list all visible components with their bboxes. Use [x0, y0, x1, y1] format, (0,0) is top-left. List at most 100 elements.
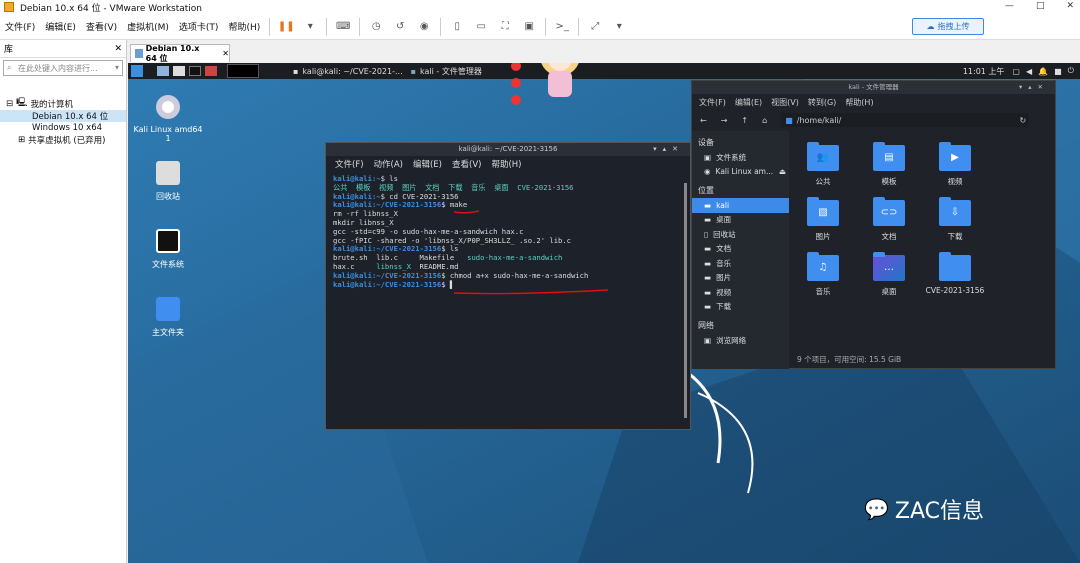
terminal-menu-file[interactable]: 文件(F) [335, 158, 364, 170]
stretch-icon[interactable]: ⤢ [586, 18, 604, 36]
fm-menu-go[interactable]: 转到(G) [808, 97, 836, 108]
library-view-icon[interactable]: ▯ [448, 18, 466, 36]
terminal-window-controls[interactable]: ▾▴✕ [653, 143, 684, 156]
fm-titlebar[interactable]: kali - 文件管理器 ▾▴✕ [692, 81, 1055, 94]
library-search-input[interactable]: ⌕ 在此处键入内容进行... ▾ [3, 60, 123, 76]
terminal-menu-actions[interactable]: 动作(A) [374, 158, 403, 170]
display-icon[interactable]: ▢ [1012, 67, 1020, 76]
fm-menu-edit[interactable]: 编辑(E) [735, 97, 762, 108]
collapse-icon[interactable]: ⊟ [6, 99, 13, 109]
vm-screen[interactable]: ▪ kali@kali: ~/CVE-2021-... ▪ kali - 文件管… [128, 63, 1080, 563]
lock-icon[interactable]: ■ [1054, 67, 1062, 76]
file-manager-window[interactable]: kali - 文件管理器 ▾▴✕ 文件(F) 编辑(E) 视图(V) 转到(G) … [691, 80, 1056, 369]
desktop-icon-filesystem[interactable]: 文件系统 [133, 229, 203, 270]
up-icon[interactable]: ↑ [741, 116, 748, 125]
terminal-scrollbar[interactable] [684, 183, 687, 418]
desktop-icon-trash[interactable]: 回收站 [133, 161, 203, 202]
folder-music[interactable]: ♫ 音乐 [793, 252, 853, 297]
folder-templates[interactable]: ▤ 模板 [859, 142, 919, 187]
terminal-title: kali@kali: ~/CVE-2021-3156 [458, 145, 558, 153]
volume-icon[interactable]: ◀ [1026, 67, 1032, 76]
folder-label: 视频 [947, 177, 963, 186]
send-keys-icon[interactable]: ⌨ [334, 18, 352, 36]
terminal-window[interactable]: kali@kali: ~/CVE-2021-3156 ▾▴✕ 文件(F) 动作(A… [325, 142, 691, 430]
show-desktop-icon[interactable] [157, 66, 169, 76]
folder-pictures[interactable]: ▧ 图片 [793, 197, 853, 242]
kali-menu-icon[interactable] [131, 65, 143, 77]
notifications-icon[interactable]: 🔔 [1038, 67, 1048, 76]
workspace-switcher[interactable] [227, 64, 259, 78]
terminal-launcher-icon[interactable] [189, 66, 201, 76]
sidebar-item-downloads[interactable]: ▬ 下载 [692, 300, 789, 315]
desktop-icon-kali-disc[interactable]: Kali Linux amd64 1 [133, 95, 203, 143]
revert-snapshot-icon[interactable]: ↺ [391, 18, 409, 36]
tab-close-button[interactable]: ✕ [222, 49, 229, 58]
menu-edit[interactable]: 编辑(E) [40, 20, 81, 33]
terminal-menu-edit[interactable]: 编辑(E) [413, 158, 442, 170]
fm-menu-help[interactable]: 帮助(H) [845, 97, 873, 108]
console-view-icon[interactable]: >_ [553, 18, 571, 36]
fm-menu-view[interactable]: 视图(V) [771, 97, 799, 108]
taskbar-filemanager[interactable]: kali - 文件管理器 [420, 66, 482, 77]
sidebar-item-trash[interactable]: ▯ 回收站 [692, 227, 789, 242]
menu-file[interactable]: 文件(F) [0, 20, 40, 33]
library-close-button[interactable]: ✕ [114, 44, 122, 54]
home-icon[interactable]: ⌂ [762, 116, 767, 125]
sidebar-item-browse-network[interactable]: ▣ 浏览网络 [692, 333, 789, 348]
pause-icon[interactable]: ❚❚ [277, 18, 295, 36]
sidebar-item-documents[interactable]: ▬ 文档 [692, 242, 789, 257]
sidebar-item-kali[interactable]: ▬ kali [692, 198, 789, 213]
terminal-menu-help[interactable]: 帮助(H) [491, 158, 521, 170]
folder-cve[interactable]: CVE-2021-3156 [925, 252, 985, 295]
close-button[interactable]: ✕ [1066, 1, 1074, 11]
sidebar-item-music[interactable]: ▬ 音乐 [692, 256, 789, 271]
fullscreen-icon[interactable]: ⛶ [496, 18, 514, 36]
tree-my-computer[interactable]: ⊟ 🖳 我的计算机 [0, 98, 126, 110]
stretch-dropdown-icon[interactable]: ▾ [610, 18, 628, 36]
folder-public[interactable]: 👥 公共 [793, 142, 853, 187]
terminal-menu-view[interactable]: 查看(V) [452, 158, 481, 170]
file-manager-launcher-icon[interactable] [173, 66, 185, 76]
folder-desktop[interactable]: … 桌面 [859, 252, 919, 297]
sidebar-item-desktop[interactable]: ▬ 桌面 [692, 213, 789, 228]
terminal-titlebar[interactable]: kali@kali: ~/CVE-2021-3156 ▾▴✕ [326, 143, 690, 156]
forward-icon[interactable]: → [721, 116, 728, 125]
thumbnail-view-icon[interactable]: ▭ [472, 18, 490, 36]
menu-tabs[interactable]: 选项卡(T) [174, 20, 224, 33]
snapshot-manager-icon[interactable]: ◉ [415, 18, 433, 36]
desktop-icon-home[interactable]: 主文件夹 [133, 297, 203, 338]
sidebar-item-kali-disc[interactable]: ◉ Kali Linux am... ⏏ [692, 165, 789, 180]
snapshot-icon[interactable]: ◷ [367, 18, 385, 36]
unity-icon[interactable]: ▣ [520, 18, 538, 36]
menu-vm[interactable]: 虚拟机(M) [122, 20, 174, 33]
sidebar-item-filesystem[interactable]: ▣ 文件系统 [692, 150, 789, 165]
back-icon[interactable]: ← [700, 116, 707, 125]
refresh-icon[interactable]: ↻ [1019, 116, 1026, 125]
maximize-button[interactable]: □ [1036, 1, 1045, 11]
tree-vm-debian[interactable]: Debian 10.x 64 位 [0, 110, 126, 122]
clock[interactable]: 11:01 上午 [963, 66, 1005, 77]
power-icon[interactable]: ⏻ [1068, 66, 1074, 76]
sidebar-item-videos[interactable]: ▬ 视频 [692, 285, 789, 300]
tree-vm-windows[interactable]: Windows 10 x64 [0, 122, 126, 134]
browser-launcher-icon[interactable] [205, 66, 217, 76]
upload-button[interactable]: ☁ 拖拽上传 [912, 18, 984, 35]
dropdown-icon[interactable]: ▾ [301, 18, 319, 36]
sidebar-item-label: Kali Linux am... [715, 167, 774, 177]
taskbar-terminal[interactable]: kali@kali: ~/CVE-2021-... [302, 67, 402, 76]
terminal-output[interactable]: kali@kali:~$ ls 公共 模板 视频 图片 文档 下载 音乐 桌面 … [326, 172, 690, 289]
eject-icon[interactable]: ⏏ [779, 167, 786, 176]
fm-menu-file[interactable]: 文件(F) [699, 97, 726, 108]
fm-window-controls[interactable]: ▾▴✕ [1019, 81, 1049, 94]
tab-debian-vm[interactable]: Debian 10.x 64 位 ✕ [130, 44, 230, 63]
minimize-button[interactable]: — [1005, 1, 1014, 11]
sidebar-item-pictures[interactable]: ▬ 图片 [692, 271, 789, 286]
folder-documents[interactable]: ⊂⊃ 文档 [859, 197, 919, 242]
folder-downloads[interactable]: ⇩ 下载 [925, 197, 985, 242]
fm-path-field[interactable]: ■/home/kali/ ↻ [781, 113, 1030, 127]
menu-view[interactable]: 查看(V) [81, 20, 122, 33]
menu-help[interactable]: 帮助(H) [223, 20, 265, 33]
folder-videos[interactable]: ▶ 视频 [925, 142, 985, 187]
tree-shared-vms[interactable]: ⊞ 共享虚拟机 (已弃用) [0, 134, 126, 146]
search-dropdown-icon[interactable]: ▾ [115, 63, 119, 72]
